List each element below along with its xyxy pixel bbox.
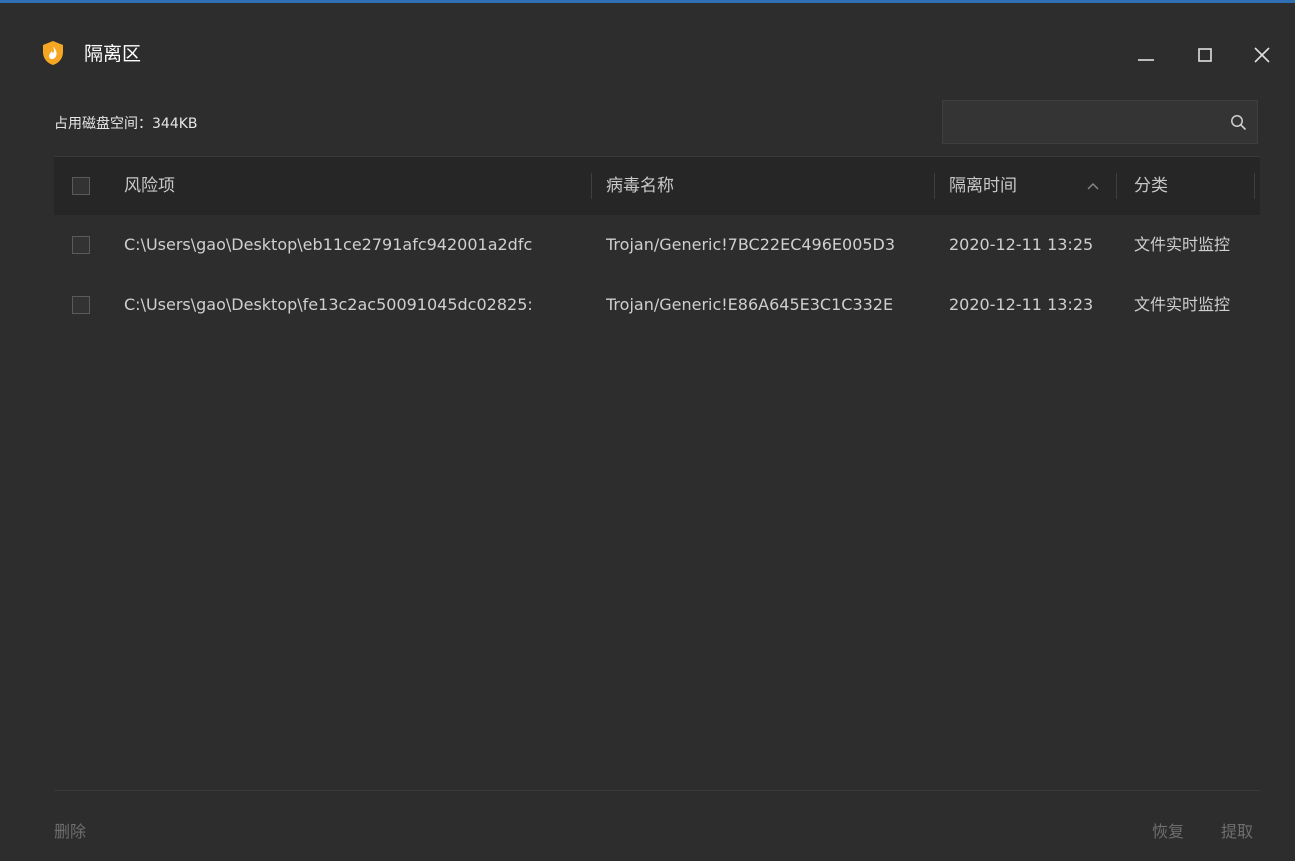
delete-button[interactable]: 删除 — [54, 821, 86, 843]
virus-name: Trojan/Generic!7BC22EC496E005D3 — [606, 235, 896, 254]
title-bar[interactable]: 隔离区 — [0, 3, 1295, 65]
window-title: 隔离区 — [84, 43, 142, 65]
shield-logo-icon — [43, 41, 63, 65]
column-divider[interactable] — [1254, 173, 1255, 199]
column-header-quarantine-time[interactable]: 隔离时间 — [949, 157, 1017, 215]
column-divider[interactable] — [934, 173, 935, 199]
risk-item-path: C:\Users\gao\Desktop\eb11ce2791afc942001… — [124, 235, 533, 254]
close-button[interactable] — [1247, 41, 1277, 69]
risk-item-path: C:\Users\gao\Desktop\fe13c2ac50091045dc0… — [124, 295, 533, 314]
quarantine-table: 风险项 病毒名称 隔离时间 分类 C:\Users\gao\Desktop\eb… — [54, 156, 1260, 335]
restore-button[interactable]: 恢复 — [1152, 821, 1184, 843]
search-input[interactable] — [943, 101, 1233, 143]
minimize-icon — [1138, 59, 1154, 61]
column-divider[interactable] — [591, 173, 592, 199]
row-checkbox[interactable] — [72, 236, 90, 254]
table-row[interactable]: C:\Users\gao\Desktop\eb11ce2791afc942001… — [54, 215, 1260, 275]
disk-usage-label: 占用磁盘空间：344KB — [54, 116, 198, 132]
column-divider[interactable] — [1116, 173, 1117, 199]
column-header-risk-item[interactable]: 风险项 — [124, 157, 175, 215]
footer-divider — [54, 790, 1260, 791]
search-box[interactable] — [942, 100, 1258, 144]
select-all-checkbox[interactable] — [72, 177, 90, 195]
quarantine-window: 隔离区 占用磁盘空间：344KB 风险项 病毒名称 隔离时间 分类 C:\Use… — [0, 0, 1295, 861]
minimize-button[interactable] — [1131, 41, 1161, 69]
quarantine-time: 2020-12-11 13:25 — [949, 235, 1094, 254]
search-icon[interactable] — [1230, 114, 1247, 131]
maximize-icon — [1198, 48, 1212, 62]
extract-button[interactable]: 提取 — [1221, 821, 1253, 843]
close-icon — [1254, 47, 1270, 63]
virus-name: Trojan/Generic!E86A645E3C1C332E — [606, 295, 894, 314]
sort-up-icon[interactable] — [1086, 181, 1100, 191]
category: 文件实时监控 — [1134, 295, 1231, 314]
category: 文件实时监控 — [1134, 235, 1231, 254]
table-header: 风险项 病毒名称 隔离时间 分类 — [54, 156, 1260, 215]
column-header-virus-name[interactable]: 病毒名称 — [606, 157, 674, 215]
column-header-category[interactable]: 分类 — [1134, 157, 1168, 215]
row-checkbox[interactable] — [72, 296, 90, 314]
quarantine-time: 2020-12-11 13:23 — [949, 295, 1094, 314]
maximize-button[interactable] — [1190, 41, 1220, 69]
table-row[interactable]: C:\Users\gao\Desktop\fe13c2ac50091045dc0… — [54, 275, 1260, 335]
